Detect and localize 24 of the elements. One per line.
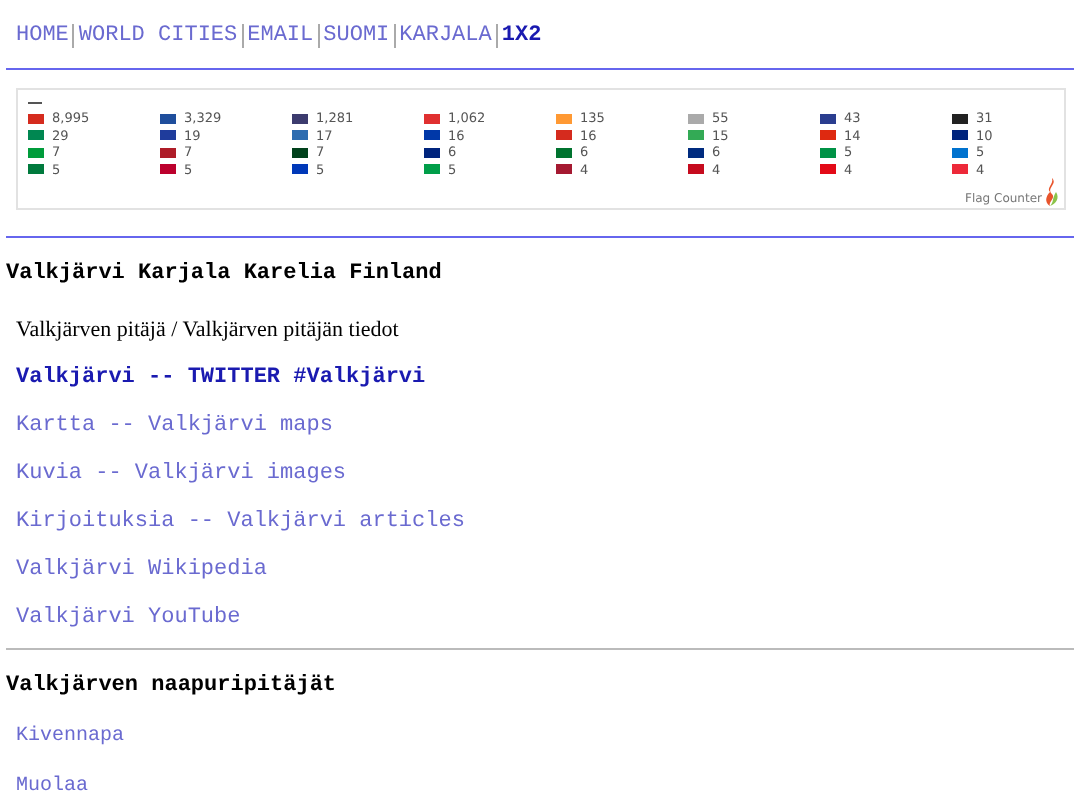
- flame-icon: [1044, 178, 1060, 206]
- page-link[interactable]: Kirjoituksia -- Valkjärvi articles: [16, 510, 1080, 536]
- page-link[interactable]: Valkjärvi -- TWITTER #Valkjärvi: [16, 366, 1080, 392]
- page-link[interactable]: Valkjärvi Wikipedia: [16, 558, 1080, 584]
- dash-icon: [28, 102, 42, 104]
- nav-link[interactable]: 1X2: [501, 24, 542, 48]
- parish-link[interactable]: Kivennapa: [16, 726, 1080, 752]
- nav-link[interactable]: EMAIL: [247, 24, 314, 48]
- nav-link[interactable]: SUOMI: [323, 24, 390, 48]
- nav-separator: [72, 24, 75, 48]
- page-link[interactable]: Kuvia -- Valkjärvi images: [16, 462, 1080, 488]
- nav-separator: [393, 24, 396, 48]
- page-link[interactable]: Kartta -- Valkjärvi maps: [16, 414, 1080, 440]
- section-heading: Valkjärven naapuripitäjät: [6, 674, 339, 702]
- parish-link[interactable]: Muolaa: [16, 776, 1080, 802]
- nav-separator: [317, 24, 320, 48]
- page-heading: Valkjärvi Karjala Karelia Finland: [6, 262, 444, 290]
- intro-text: Valkjärven pitäjä / Valkjärven pitäjän tiedot: [16, 318, 401, 344]
- nav-separator: [241, 24, 244, 48]
- nav-separator: [495, 24, 498, 48]
- nav-link[interactable]: WORLD CITIES: [78, 24, 238, 48]
- nav-link[interactable]: HOME: [16, 24, 69, 48]
- nav-link[interactable]: KARJALA: [399, 24, 492, 48]
- page-link[interactable]: Valkjärvi YouTube: [16, 606, 1080, 632]
